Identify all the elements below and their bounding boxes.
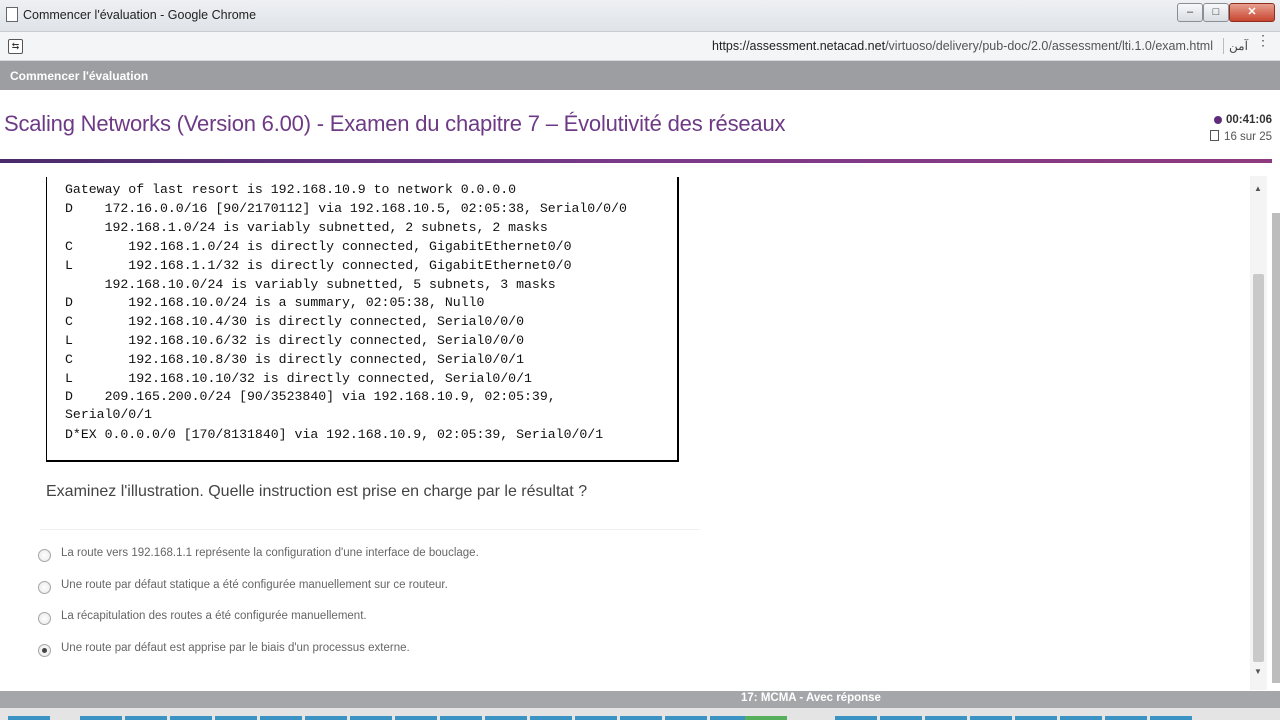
question-nav-button[interactable] [215, 716, 257, 720]
question-nav-button[interactable] [8, 716, 50, 720]
exhibit-line: C 192.168.10.4/30 is directly connected,… [65, 314, 524, 329]
exhibit-line: D 209.165.200.0/24 [90/3523840] via 192.… [65, 389, 556, 404]
question-nav-button[interactable] [880, 716, 922, 720]
minimize-button[interactable]: ‒ [1177, 3, 1203, 22]
maximize-button[interactable]: □ [1203, 3, 1229, 22]
url-text[interactable]: https://assessment.netacad.net/virtuoso/… [712, 39, 1213, 53]
question-nav-button[interactable] [125, 716, 167, 720]
question-content: Gateway of last resort is 192.168.10.9 t… [0, 163, 1250, 691]
exhibit-line: C 192.168.10.8/30 is directly connected,… [65, 352, 524, 367]
question-nav-button[interactable] [665, 716, 707, 720]
answer-radio[interactable] [38, 581, 51, 594]
app-header: Commencer l'évaluation [0, 61, 1280, 90]
exhibit-line: Serial0/0/1 [65, 407, 153, 422]
answer-label[interactable]: Une route par défaut est apprise par le … [61, 642, 410, 654]
question-nav-button[interactable] [620, 716, 662, 720]
question-nav-button-current[interactable] [745, 716, 787, 720]
document-icon [1210, 130, 1220, 141]
exam-timer: 00:41:06 [1213, 114, 1272, 126]
page-icon[interactable]: ⇆ [8, 39, 23, 54]
scroll-down-arrow-icon[interactable]: ▼ [1254, 667, 1262, 676]
answer-radio[interactable] [38, 549, 51, 562]
app-header-label: Commencer l'évaluation [10, 69, 149, 83]
answer-label[interactable]: La route vers 192.168.1.1 représente la … [61, 547, 479, 559]
question-divider [40, 529, 700, 530]
answer-label[interactable]: Une route par défaut statique a été conf… [61, 579, 448, 591]
question-nav-button[interactable] [1105, 716, 1147, 720]
question-nav-button[interactable] [80, 716, 122, 720]
window-title: Commencer l'évaluation - Google Chrome [23, 8, 257, 22]
question-progress: 16 sur 25 [1210, 130, 1272, 143]
question-nav-button[interactable] [1015, 716, 1057, 720]
question-text: Examinez l'illustration. Quelle instruct… [46, 483, 588, 500]
address-bar[interactable]: ⇆ https://assessment.netacad.net/virtuos… [0, 32, 1280, 61]
question-nav-button[interactable] [925, 716, 967, 720]
question-nav-button[interactable] [530, 716, 572, 720]
menu-icon[interactable]: ⋮ [1256, 33, 1270, 47]
exhibit-line: L 192.168.10.10/32 is directly connected… [65, 371, 532, 386]
address-separator [1223, 38, 1224, 54]
question-nav-button[interactable] [440, 716, 482, 720]
progress-value: 16 sur 25 [1224, 131, 1272, 143]
answer-radio-selected[interactable] [38, 644, 51, 657]
exhibit-line: L 192.168.10.6/32 is directly connected,… [65, 333, 524, 348]
url-host: https://assessment.netacad.net [712, 39, 886, 53]
url-path: /virtuoso/delivery/pub-doc/2.0/assessmen… [885, 39, 1213, 53]
question-nav-button[interactable] [970, 716, 1012, 720]
question-nav-button[interactable] [395, 716, 437, 720]
exhibit-line: D*EX 0.0.0.0/0 [170/8131840] via 192.168… [65, 427, 604, 442]
question-nav-button[interactable] [260, 716, 302, 720]
scroll-up-arrow-icon[interactable]: ▲ [1254, 184, 1262, 193]
question-nav-button[interactable] [170, 716, 212, 720]
page-scrollbar[interactable] [1272, 213, 1280, 683]
exhibit-line: D 172.16.0.0/16 [90/2170112] via 192.168… [65, 201, 627, 216]
close-button[interactable]: ✕ [1229, 3, 1275, 22]
footer-bar: 17: MCMA - Avec réponse [0, 691, 1280, 708]
answer-label[interactable]: La récapitulation des routes a été confi… [61, 610, 367, 622]
window-title-bar: Commencer l'évaluation - Google Chrome ‒… [0, 0, 1280, 32]
clock-icon [1213, 116, 1222, 124]
exam-header: Scaling Networks (Version 6.00) - Examen… [0, 90, 1272, 159]
timer-value: 00:41:06 [1225, 114, 1272, 126]
exhibit-line: Gateway of last resort is 192.168.10.9 t… [65, 182, 517, 197]
exhibit-line: L 192.168.1.1/32 is directly connected, … [65, 258, 572, 273]
exhibit-line: 192.168.1.0/24 is variably subnetted, 2 … [65, 220, 548, 235]
question-nav-button[interactable] [1150, 716, 1192, 720]
question-nav-button[interactable] [835, 716, 877, 720]
question-status: 17: MCMA - Avec réponse [741, 692, 881, 704]
exhibit-line: 192.168.10.0/24 is variably subnetted, 5… [65, 277, 556, 292]
exam-title: Scaling Networks (Version 6.00) - Examen… [4, 111, 786, 136]
question-nav-button[interactable] [1060, 716, 1102, 720]
document-icon [6, 7, 18, 22]
question-nav-button[interactable] [575, 716, 617, 720]
exhibit-box: Gateway of last resort is 192.168.10.9 t… [46, 177, 679, 462]
question-nav-button[interactable] [350, 716, 392, 720]
secure-label[interactable]: آمن [1229, 39, 1248, 53]
question-nav-button[interactable] [485, 716, 527, 720]
exhibit-line: C 192.168.1.0/24 is directly connected, … [65, 239, 572, 254]
question-nav-button[interactable] [305, 716, 347, 720]
scrollbar-thumb[interactable] [1253, 274, 1264, 662]
answer-radio[interactable] [38, 612, 51, 625]
exhibit-line: D 192.168.10.0/24 is a summary, 02:05:38… [65, 295, 485, 310]
